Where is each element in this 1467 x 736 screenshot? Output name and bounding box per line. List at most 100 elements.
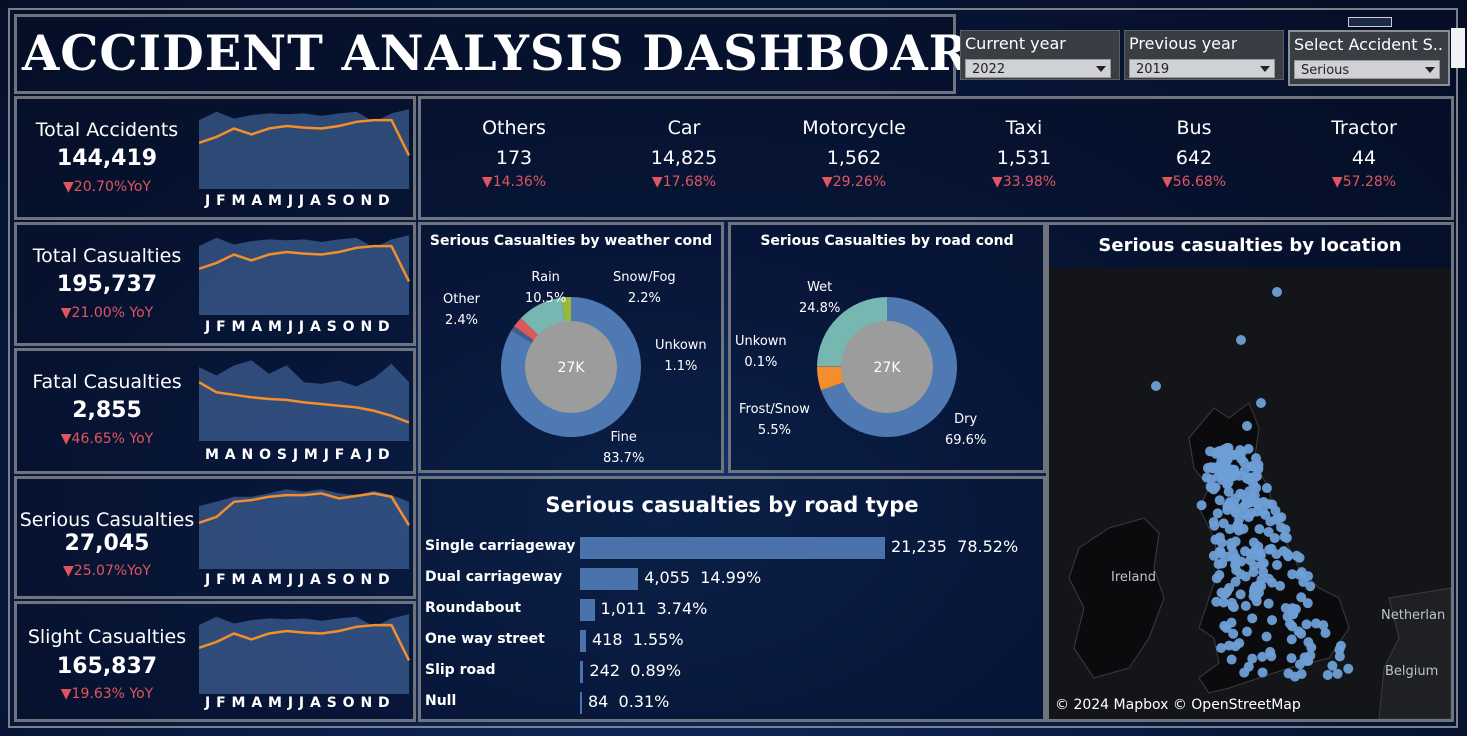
map-point: [1210, 482, 1221, 493]
road-type-name: Dual carriageway: [425, 569, 563, 585]
road-label-unknown: Unkown 0.1%: [735, 334, 787, 370]
map-point: [1286, 634, 1297, 645]
map-point: [1218, 518, 1229, 529]
map-point: [1311, 618, 1322, 629]
sparkline: [199, 109, 411, 189]
vehicle-value: 642: [1175, 147, 1213, 169]
vehicle-yoy: ▼17.68%: [651, 174, 717, 190]
previous-year-select[interactable]: 2019: [1129, 59, 1275, 78]
vehicle-yoy: ▼29.26%: [821, 174, 887, 190]
map-point: [1298, 576, 1309, 587]
vehicle-value: 44: [1351, 147, 1377, 169]
road-type-name: Null: [425, 693, 457, 709]
map-point: [1256, 398, 1266, 408]
map-point: [1334, 651, 1345, 662]
road-label-dry: Dry 69.6%: [945, 412, 987, 448]
kpi-name: Fatal Casualties: [32, 371, 182, 393]
road-type-bar[interactable]: [580, 537, 885, 559]
page-title: ACCIDENT ANALYSIS DASHBOARD: [22, 24, 1013, 82]
kpi-yoy: ▼20.70%YoY: [63, 179, 151, 195]
casualty-points: [1151, 287, 1354, 682]
map-point: [1269, 533, 1280, 544]
map-point: [1257, 667, 1268, 678]
vehicle-item-taxi: Taxi 1,531 ▼33.98%: [939, 117, 1109, 190]
map-point: [1296, 668, 1307, 679]
month-axis: J F M A M J J A S O N D: [205, 572, 391, 588]
chevron-down-icon[interactable]: [1260, 66, 1270, 72]
map-point: [1294, 552, 1305, 563]
map-point: [1209, 520, 1220, 531]
chevron-down-icon[interactable]: [1096, 66, 1106, 72]
road-cond-panel: Serious Casualties by road cond 27K Wet 2…: [728, 222, 1046, 473]
road-type-value: 21,235 78.52%: [891, 537, 1019, 556]
map-point: [1332, 668, 1343, 679]
vehicle-item-tractor: Tractor 44 ▼57.28%: [1279, 117, 1449, 190]
vehicle-name: Motorcycle: [802, 117, 906, 139]
map-point: [1296, 592, 1307, 603]
map-point: [1208, 550, 1219, 561]
scrollbar[interactable]: [1451, 28, 1465, 68]
severity-select[interactable]: Serious: [1294, 60, 1440, 79]
belgium-label: Belgium: [1385, 664, 1439, 679]
ireland-landmass: [1068, 517, 1165, 679]
kpi-yoy: ▼46.65% YoY: [60, 431, 154, 447]
sparkline: [199, 614, 411, 694]
month-axis: J F M A M J J A S O N D: [205, 319, 391, 335]
weather-label-snowfog: Snow/Fog 2.2%: [613, 270, 676, 306]
map-point: [1240, 546, 1251, 557]
selected-value: 2022: [972, 62, 1006, 77]
selected-value: Serious: [1301, 63, 1350, 78]
road-type-value: 418 1.55%: [592, 630, 684, 649]
map-point: [1230, 536, 1241, 547]
kpi-value: 2,855: [72, 398, 142, 423]
kpi-panel: Total Casualties 195,737 ▼21.00% YoY J F…: [14, 222, 416, 346]
road-type-bar[interactable]: [580, 599, 595, 621]
map-panel[interactable]: Serious casualties by location Ireland N…: [1046, 222, 1454, 722]
road-type-panel: Serious casualties by road type Single c…: [418, 476, 1046, 722]
map-point: [1306, 642, 1317, 653]
vehicle-type-panel: Others 173 ▼14.36% Car 14,825 ▼17.68% Moto…: [418, 96, 1454, 220]
chevron-down-icon[interactable]: [1425, 67, 1435, 73]
kpi-panel: Total Accidents 144,419 ▼20.70%YoY J F M…: [14, 96, 416, 220]
map-canvas[interactable]: Ireland Netherlan Belgium © 2024 Mapbox …: [1049, 268, 1451, 719]
road-type-bar[interactable]: [580, 568, 639, 590]
map-point: [1322, 670, 1333, 681]
map-point: [1251, 482, 1262, 493]
severity-filter[interactable]: Select Accident S... Serious: [1288, 30, 1450, 86]
kpi-name: Serious Casualties: [19, 509, 195, 531]
map-point: [1241, 626, 1252, 637]
map-point: [1287, 608, 1298, 619]
vehicle-name: Others: [482, 117, 546, 139]
kpi-panel: Serious Casualties 27,045 ▼25.07%YoY J F…: [14, 476, 416, 599]
drag-handle[interactable]: [1348, 17, 1392, 27]
kpi-value: 27,045: [64, 531, 150, 556]
map-point: [1234, 638, 1245, 649]
road-type-value: 84 0.31%: [588, 692, 670, 711]
map-point: [1251, 591, 1262, 602]
weather-label-unknown: Unkown 1.1%: [655, 338, 707, 374]
map-point: [1254, 524, 1265, 535]
map-point: [1343, 663, 1354, 674]
map-point: [1196, 500, 1207, 511]
kpi-panel: Slight Casualties 165,837 ▼19.63% YoY J …: [14, 601, 416, 722]
road-type-bar[interactable]: [580, 661, 584, 683]
map-point: [1283, 551, 1294, 562]
previous-year-filter[interactable]: Previous year 2019: [1124, 30, 1284, 80]
current-year-filter[interactable]: Current year 2022: [960, 30, 1120, 80]
ireland-label: Ireland: [1111, 570, 1156, 585]
map-point: [1244, 497, 1255, 508]
sparkline: [199, 235, 411, 315]
kpi-yoy: ▼25.07%YoY: [63, 563, 151, 579]
uk-map[interactable]: [1049, 268, 1451, 719]
vehicle-value: 1,562: [826, 147, 882, 169]
vehicle-value: 173: [495, 147, 533, 169]
road-type-bar[interactable]: [580, 630, 586, 652]
weather-label-rain: Rain 10.5%: [525, 270, 567, 306]
map-point: [1230, 552, 1241, 563]
vehicle-value: 14,825: [650, 147, 718, 169]
map-point: [1228, 602, 1239, 613]
vehicle-item-car: Car 14,825 ▼17.68%: [599, 117, 769, 190]
road-type-bar[interactable]: [580, 692, 582, 714]
vehicle-name: Taxi: [1005, 117, 1043, 139]
current-year-select[interactable]: 2022: [965, 59, 1111, 78]
